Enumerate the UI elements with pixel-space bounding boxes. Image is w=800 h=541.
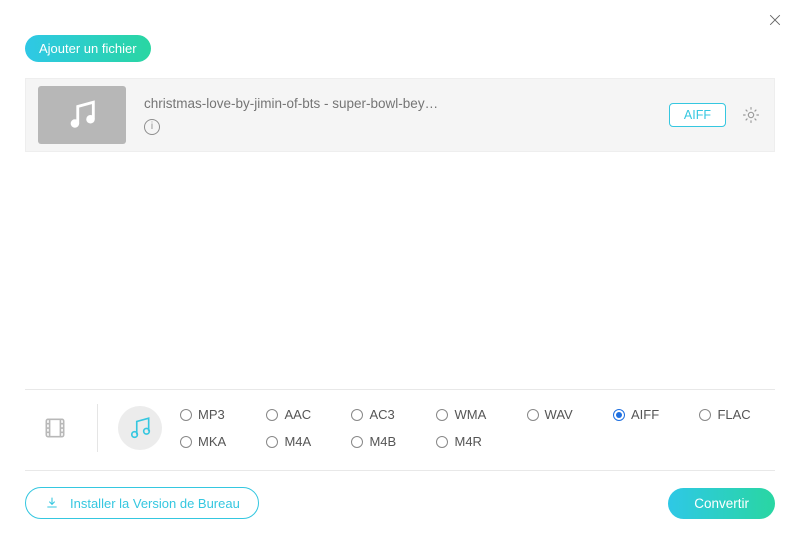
radio-icon: [351, 409, 363, 421]
format-option-m4b[interactable]: M4B: [351, 434, 412, 449]
radio-icon: [266, 409, 278, 421]
format-option-label: MKA: [198, 434, 226, 449]
format-option-aiff[interactable]: AIFF: [613, 407, 675, 422]
music-icon: [127, 415, 153, 441]
file-format-tag[interactable]: AIFF: [669, 103, 726, 127]
video-type-button[interactable]: [33, 406, 77, 450]
format-option-wav[interactable]: WAV: [527, 407, 589, 422]
format-option-label: MP3: [198, 407, 225, 422]
format-option-label: M4A: [284, 434, 311, 449]
file-name: christmas-love-by-jimin-of-bts - super-b…: [144, 96, 669, 111]
format-option-label: AAC: [284, 407, 311, 422]
format-option-m4r[interactable]: M4R: [436, 434, 502, 449]
radio-icon: [436, 436, 448, 448]
file-thumbnail: [38, 86, 126, 144]
format-options: MP3 AAC AC3 WMA WAV AIFF FLAC MKA M4A M4B M4R: [174, 407, 767, 449]
radio-icon: [527, 409, 539, 421]
close-icon: [767, 12, 783, 28]
file-row: christmas-love-by-jimin-of-bts - super-b…: [25, 78, 775, 152]
format-option-label: M4B: [369, 434, 396, 449]
format-option-wma[interactable]: WMA: [436, 407, 502, 422]
format-option-label: WAV: [545, 407, 573, 422]
format-option-label: AIFF: [631, 407, 659, 422]
format-option-label: WMA: [454, 407, 486, 422]
close-button[interactable]: [765, 10, 785, 30]
gear-icon: [741, 105, 761, 125]
radio-icon: [436, 409, 448, 421]
format-option-flac[interactable]: FLAC: [699, 407, 767, 422]
format-option-m4a[interactable]: M4A: [266, 434, 327, 449]
radio-icon: [613, 409, 625, 421]
convert-button[interactable]: Convertir: [668, 488, 775, 519]
file-meta: christmas-love-by-jimin-of-bts - super-b…: [144, 96, 669, 135]
format-option-ac3[interactable]: AC3: [351, 407, 412, 422]
format-bar: MP3 AAC AC3 WMA WAV AIFF FLAC MKA M4A M4B M4R: [25, 390, 775, 470]
divider: [97, 404, 98, 452]
format-option-label: M4R: [454, 434, 481, 449]
file-format-label: AIFF: [684, 108, 711, 122]
film-icon: [42, 415, 68, 441]
radio-icon: [351, 436, 363, 448]
convert-label: Convertir: [694, 496, 749, 511]
settings-button[interactable]: [740, 104, 762, 126]
radio-icon: [266, 436, 278, 448]
format-option-label: FLAC: [717, 407, 750, 422]
install-desktop-button[interactable]: Installer la Version de Bureau: [25, 487, 259, 519]
music-note-icon: [65, 98, 99, 132]
download-icon: [44, 495, 60, 511]
install-desktop-label: Installer la Version de Bureau: [70, 496, 240, 511]
add-file-label: Ajouter un fichier: [39, 41, 137, 56]
format-option-mp3[interactable]: MP3: [180, 407, 242, 422]
radio-icon: [699, 409, 711, 421]
format-option-label: AC3: [369, 407, 394, 422]
audio-type-button[interactable]: [118, 406, 162, 450]
add-file-button[interactable]: Ajouter un fichier: [25, 35, 151, 62]
format-option-mka[interactable]: MKA: [180, 434, 242, 449]
radio-icon: [180, 409, 192, 421]
info-icon[interactable]: i: [144, 119, 160, 135]
format-option-aac[interactable]: AAC: [266, 407, 327, 422]
radio-icon: [180, 436, 192, 448]
